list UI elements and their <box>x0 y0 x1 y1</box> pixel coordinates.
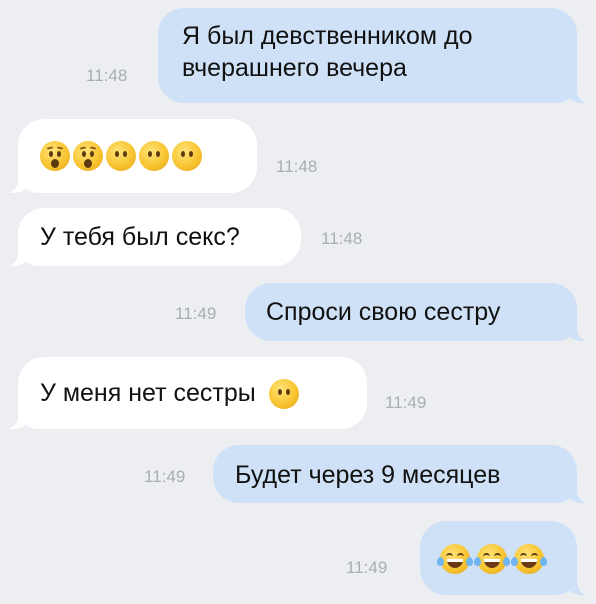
message-text: Спроси свою сестру <box>266 298 501 326</box>
message-timestamp: 11:48 <box>321 229 363 248</box>
message-text: Будет через 9 месяцев <box>235 461 501 489</box>
face-without-mouth-emoji <box>172 141 202 172</box>
outgoing-message-bubble[interactable]: Я был девственником до вчерашнего вечера <box>158 8 591 103</box>
face-without-mouth-emoji <box>139 141 169 172</box>
outgoing-message-bubble[interactable] <box>420 521 591 595</box>
hushed-face-emoji <box>73 141 103 172</box>
message-timestamp: 11:48 <box>276 157 318 176</box>
message-text-line: вчерашнего вечера <box>182 54 407 82</box>
tears-of-joy-emoji <box>474 544 510 575</box>
message-timestamp: 11:49 <box>385 393 427 412</box>
face-without-mouth-emoji <box>268 379 299 410</box>
face-without-mouth-emoji <box>106 141 136 172</box>
message-text-line: Я был девственником до <box>182 22 473 50</box>
hushed-face-emoji <box>40 141 70 172</box>
incoming-message-bubble[interactable] <box>4 119 257 193</box>
incoming-message-bubble[interactable]: У меня нет сестры <box>4 357 367 429</box>
message-text: У тебя был секс? <box>40 223 240 251</box>
message-timestamp: 11:48 <box>86 66 128 85</box>
message-timestamp: 11:49 <box>144 467 186 486</box>
message-timestamp: 11:49 <box>175 304 217 323</box>
tears-of-joy-emoji <box>437 544 473 575</box>
message-timestamp: 11:49 <box>346 558 388 577</box>
outgoing-message-bubble[interactable]: Спроси свою сестру <box>245 283 591 341</box>
tears-of-joy-emoji <box>511 544 547 575</box>
outgoing-message-bubble[interactable]: Будет через 9 месяцев <box>213 445 591 503</box>
message-text: У меня нет сестры <box>40 379 256 407</box>
incoming-message-bubble[interactable]: У тебя был секс? <box>4 208 301 266</box>
